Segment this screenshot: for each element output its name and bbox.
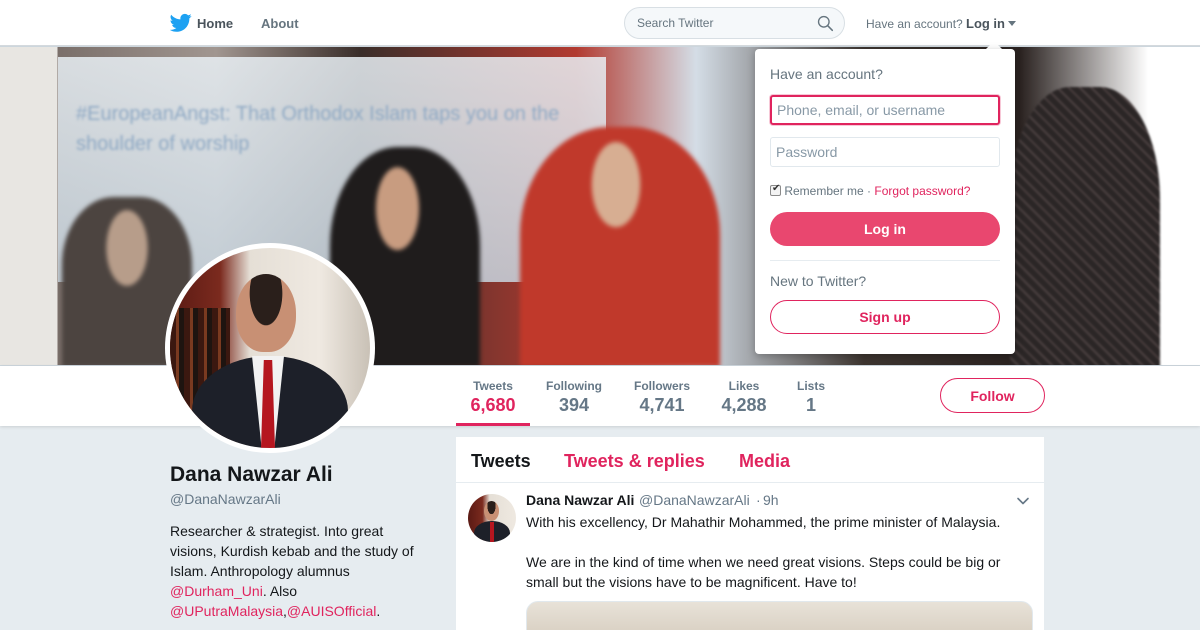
login-dropdown-toggle[interactable]: Log in	[966, 16, 1016, 31]
stat-label: Likes	[728, 379, 760, 393]
bio-text: .	[376, 603, 381, 619]
twitter-bird-icon[interactable]	[170, 13, 192, 33]
nav-about-link[interactable]: About	[261, 16, 299, 31]
profile-bio: Researcher & strategist. Into great visi…	[170, 521, 425, 621]
bio-text: . Also	[262, 583, 298, 599]
dropdown-divider	[770, 260, 1000, 261]
tweet-author-handle[interactable]: @DanaNawzarAli	[639, 492, 750, 508]
avatar-photo	[170, 248, 370, 448]
search-icon[interactable]	[817, 15, 834, 32]
tweet-avatar[interactable]	[468, 494, 516, 542]
photo-screen-text: #EuropeanAngst: That Orthodox Islam taps…	[76, 103, 560, 155]
new-to-twitter-text: New to Twitter?	[770, 273, 867, 289]
nav-home-link[interactable]: Home	[197, 16, 233, 31]
stat-value: 4,741	[639, 395, 685, 415]
username-field[interactable]	[770, 95, 1000, 125]
timeline-tabs: Tweets Tweets & replies Media	[456, 437, 1044, 483]
stat-value: 1	[805, 395, 816, 415]
tweet-avatar-head	[484, 501, 499, 521]
dropdown-title: Have an account?	[770, 66, 883, 82]
follow-button[interactable]: Follow	[940, 378, 1045, 413]
tweet-avatar-tie	[490, 522, 494, 542]
profile-avatar[interactable]	[165, 243, 375, 453]
password-field[interactable]	[770, 137, 1000, 167]
stat-likes[interactable]: Likes 4,288	[714, 366, 774, 426]
top-nav: Home About Have an account? Log in	[0, 0, 1200, 46]
bio-text: Researcher & strategist. Into great visi…	[170, 523, 414, 579]
tab-tweets[interactable]: Tweets	[471, 451, 531, 472]
photo-person	[1010, 87, 1160, 365]
chevron-down-icon[interactable]	[1016, 494, 1030, 508]
tweet-text: With his excellency, Dr Mahathir Mohamme…	[526, 512, 1026, 592]
tab-tweets-and-replies[interactable]: Tweets & replies	[564, 451, 705, 472]
tweet-media-image[interactable]	[526, 601, 1033, 630]
remember-me-label[interactable]: Remember me	[784, 184, 863, 198]
profile-name[interactable]: Dana Nawzar Ali	[170, 463, 333, 487]
tweet-paragraph: With his excellency, Dr Mahathir Mohamme…	[526, 514, 1001, 530]
tweet[interactable]: Dana Nawzar Ali @DanaNawzarAli · 9h With…	[456, 483, 1044, 630]
stat-label: Followers	[633, 379, 690, 393]
remember-separator: ·	[867, 184, 872, 198]
signup-button[interactable]: Sign up	[770, 300, 1000, 334]
stat-following[interactable]: Following 394	[540, 366, 608, 426]
tweet-paragraph: We are in the kind of time when we need …	[526, 554, 1001, 590]
stat-value: 6,680	[470, 395, 516, 415]
have-account-text: Have an account?	[866, 17, 963, 31]
timeline: Tweets Tweets & replies Media Dana Nawza…	[456, 437, 1044, 630]
stat-label: Tweets	[473, 379, 513, 393]
bio-mention-link[interactable]: @UPutraMalaysia	[170, 603, 283, 619]
tweet-separator: ·	[756, 492, 761, 508]
login-button[interactable]: Log in	[770, 212, 1000, 246]
stat-value: 394	[558, 395, 590, 415]
photo-person	[520, 127, 720, 365]
stat-lists[interactable]: Lists 1	[790, 366, 832, 426]
remember-row: Remember me · Forgot password?	[770, 183, 970, 198]
bio-mention-link[interactable]: @AUISOfficial	[287, 603, 376, 619]
stat-value: 4,288	[721, 395, 767, 415]
login-dropdown: Have an account? Remember me · Forgot pa…	[755, 49, 1015, 354]
stat-label: Following	[546, 379, 602, 393]
forgot-password-link[interactable]: Forgot password?	[874, 184, 970, 198]
remember-me-checkbox[interactable]	[770, 183, 781, 196]
stat-tweets[interactable]: Tweets 6,680	[456, 366, 530, 426]
tab-media[interactable]: Media	[739, 451, 790, 472]
tweet-author-name[interactable]: Dana Nawzar Ali	[526, 492, 634, 508]
dropdown-arrow	[986, 41, 1002, 49]
profile-handle[interactable]: @DanaNawzarAli	[170, 491, 281, 507]
search-input[interactable]	[637, 16, 807, 30]
bio-mention-link[interactable]: @Durham_Uni	[170, 583, 263, 599]
login-toggle-label: Log in	[966, 16, 1005, 31]
stat-followers[interactable]: Followers 4,741	[628, 366, 696, 426]
caret-down-icon	[1008, 21, 1016, 26]
avatar-head	[236, 274, 296, 352]
stat-label: Lists	[796, 379, 825, 393]
search-box	[624, 7, 845, 39]
tweet-timestamp[interactable]: 9h	[763, 492, 779, 508]
